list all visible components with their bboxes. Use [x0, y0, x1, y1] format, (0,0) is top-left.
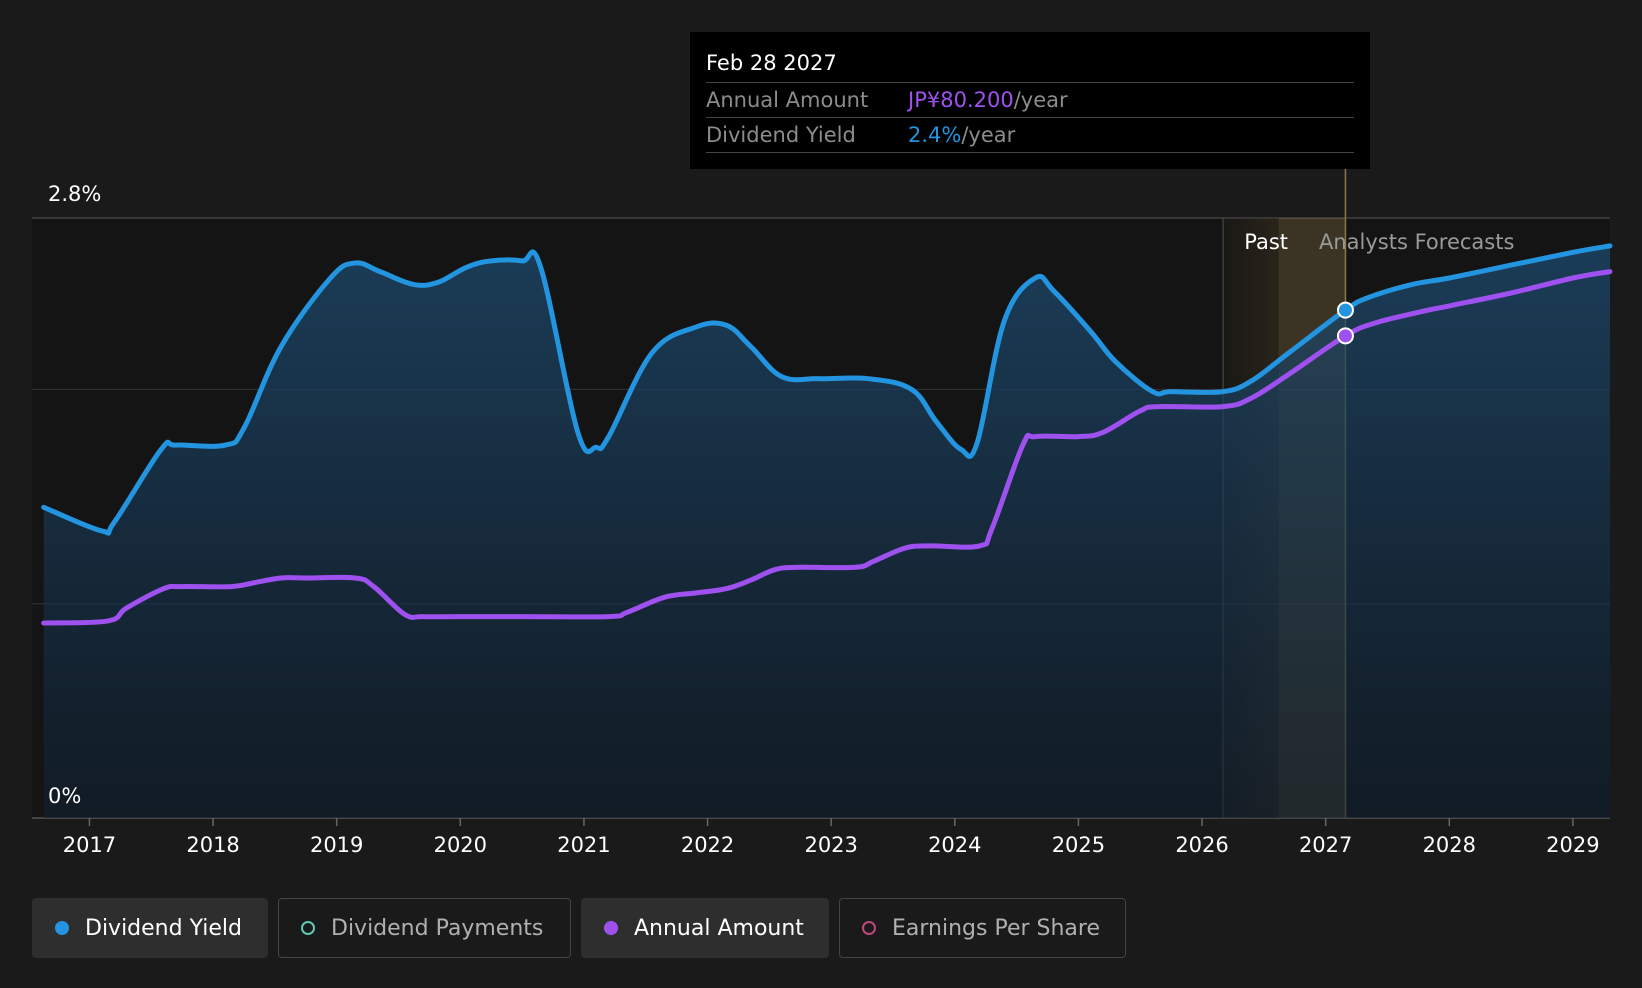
- filled-dot-icon: [604, 921, 618, 935]
- hollow-dot-icon: [301, 921, 315, 935]
- legend-earnings-per-share[interactable]: Earnings Per Share: [839, 898, 1126, 958]
- tooltip-label: Annual Amount: [706, 88, 869, 112]
- label-layer: Past Analysts Forecasts: [1244, 230, 1514, 254]
- x-tick-label: 2027: [1299, 833, 1352, 857]
- x-tick-label: 2025: [1052, 833, 1105, 857]
- legend-annual-amount[interactable]: Annual Amount: [581, 898, 829, 958]
- x-tick-label: 2022: [681, 833, 734, 857]
- annual-amount-hover-point: [1336, 327, 1354, 345]
- x-tick-label: 2028: [1423, 833, 1476, 857]
- dividend-yield-hover-point: [1336, 301, 1354, 319]
- legend-label: Dividend Yield: [85, 915, 242, 941]
- x-tick-label: 2024: [928, 833, 981, 857]
- legend-dividend-payments[interactable]: Dividend Payments: [278, 898, 571, 958]
- tooltip-label: Dividend Yield: [706, 123, 856, 147]
- x-tick-label: 2023: [804, 833, 857, 857]
- y-tick-label: 2.8%: [48, 182, 101, 206]
- filled-dot-icon: [55, 921, 69, 935]
- forecast-label: Analysts Forecasts: [1319, 230, 1514, 254]
- x-tick-label: 2021: [557, 833, 610, 857]
- tooltip-row-dividend-yield: Dividend Yield 2.4% /year: [706, 118, 1354, 153]
- tooltip-unit: /year: [1013, 88, 1068, 112]
- x-tick-label: 2019: [310, 833, 363, 857]
- x-axis-edge-mask: [1610, 825, 1642, 865]
- tooltip-unit: /year: [961, 123, 1016, 147]
- tooltip-row-annual-amount: Annual Amount JP¥80.200 /year: [706, 83, 1354, 118]
- tooltip-date: Feb 28 2027: [706, 46, 1354, 83]
- x-tick-label: 2018: [186, 833, 239, 857]
- hollow-dot-icon: [862, 921, 876, 935]
- tooltip-value: 2.4%: [908, 123, 962, 147]
- tooltip-value: JP¥80.200: [908, 88, 1014, 112]
- x-axis: 2017 2018 2019 2020 2021 2022 2023 2024 2025 2026…: [63, 818, 1642, 865]
- hover-tooltip: Feb 28 2027 Annual Amount JP¥80.200 /yea…: [690, 32, 1370, 169]
- x-tick-label: 2029: [1546, 833, 1599, 857]
- legend-dividend-yield[interactable]: Dividend Yield: [32, 898, 268, 958]
- legend-label: Dividend Payments: [331, 915, 544, 941]
- y-tick-label: 0%: [48, 784, 81, 808]
- past-label: Past: [1244, 230, 1288, 254]
- legend-label: Earnings Per Share: [892, 915, 1101, 941]
- legend-label: Annual Amount: [634, 915, 804, 941]
- chart-legend: Dividend Yield Dividend Payments Annual …: [32, 898, 1126, 958]
- x-tick-label: 2020: [434, 833, 487, 857]
- x-tick-label: 2026: [1175, 833, 1228, 857]
- x-tick-label: 2017: [63, 833, 116, 857]
